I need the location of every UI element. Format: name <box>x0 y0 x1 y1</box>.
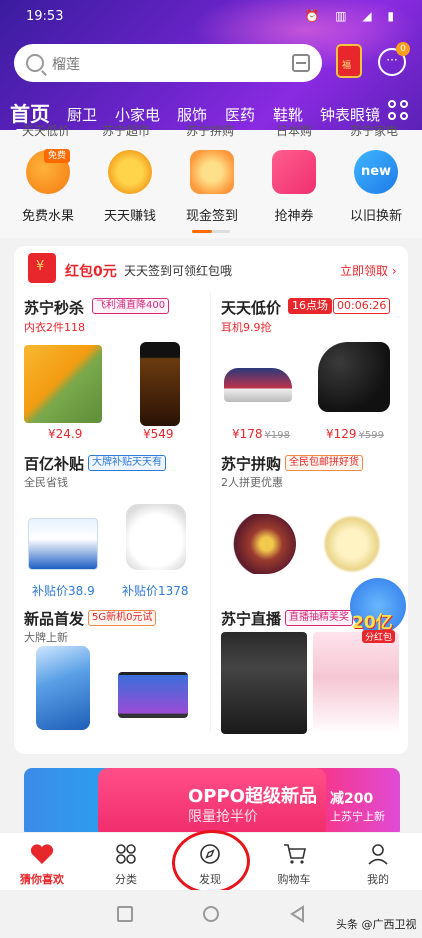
airpods-product-image[interactable] <box>126 504 186 570</box>
dijia-orig-2: ¥599 <box>358 430 384 441</box>
status-bar: 19:53 ⏰ ▥ ◢ ▮ <box>0 0 422 34</box>
countdown-timer: 00:06:26 <box>333 298 391 314</box>
message-button[interactable]: ··· 0 <box>378 42 410 76</box>
redpacket-amount: 红包0元 <box>65 264 117 280</box>
passion-fruit-product-image[interactable] <box>222 514 296 574</box>
tab-label: 猜你喜欢 <box>20 873 64 886</box>
tab-guess-you-like[interactable]: 猜你喜欢 <box>0 833 84 891</box>
tab-category[interactable]: 分类 <box>84 833 168 891</box>
miaosha-sub: 内衣2件118 <box>24 321 85 334</box>
shoufa-sub: 大牌上新 <box>24 631 68 644</box>
dijia-price-2-value: ¥129 <box>326 427 357 441</box>
recent-apps-button[interactable] <box>117 906 133 922</box>
laptop-product-image[interactable] <box>118 672 188 718</box>
float-badge-sub: 分红包 <box>362 630 396 643</box>
message-badge: 0 <box>396 42 410 56</box>
tab-kitchen[interactable]: 厨卫 <box>67 104 97 125</box>
promo-right-1: 减200 <box>330 791 374 807</box>
quick-label-earn[interactable]: 天天赚钱 <box>90 205 170 224</box>
tab-cart[interactable]: 购物车 <box>252 833 336 891</box>
live-stream-thumbnail-1[interactable] <box>221 632 307 734</box>
header: 19:53 ⏰ ▥ ◢ ▮ 榴莲 福 ··· 0 首页 厨卫 小家电 服饰 医药… <box>0 0 422 130</box>
section-divider <box>210 292 211 732</box>
back-button[interactable] <box>289 905 305 923</box>
redpacket-icon <box>28 253 56 283</box>
quick-label-checkin[interactable]: 现金签到 <box>172 205 252 224</box>
massage-gun-product-image[interactable] <box>318 342 390 412</box>
section-title-zhibo[interactable]: 苏宁直播 <box>221 608 281 629</box>
milk-product-image[interactable] <box>28 518 98 570</box>
redpacket-text: 天天签到可领红包哦 <box>124 264 233 278</box>
section-title-butie[interactable]: 百亿补贴 <box>24 453 84 474</box>
quick-top-label: 天天低价 <box>22 124 71 138</box>
floating-redpacket-badge[interactable]: 20亿 分红包 <box>340 572 414 644</box>
promo-title: OPPO超级新品 <box>188 786 317 807</box>
section-title-shoufa[interactable]: 新品首发 <box>24 608 84 629</box>
section-title-miaosha[interactable]: 苏宁秒杀 <box>24 297 84 318</box>
quick-top-label: 苏宁超市 <box>102 124 151 138</box>
search-icon <box>26 54 44 72</box>
butie-sub: 全民省钱 <box>24 476 68 489</box>
butie-tag: 大牌补贴天天有 <box>88 455 166 471</box>
shoufa-tag: 5G新机0元试 <box>88 610 157 626</box>
miaosha-tag: 飞利浦直降400 <box>92 298 170 314</box>
phone-product-image[interactable] <box>36 646 90 730</box>
diamond-icon[interactable] <box>190 150 234 194</box>
category-icon <box>116 844 136 864</box>
status-icons: ⏰ ▥ ◢ ▮ <box>304 9 400 23</box>
redpacket-claim-link[interactable]: 立即领取 › <box>340 262 397 279</box>
quick-top-label: 苏宁家电 <box>350 124 399 138</box>
section-title-pingou[interactable]: 苏宁拼购 <box>221 453 281 474</box>
coupon-icon[interactable] <box>272 150 316 194</box>
dijia-price-1: ¥178 ¥198 <box>232 427 290 441</box>
gift-label: 福 <box>342 61 352 71</box>
quick-label-coupon[interactable]: 抢神券 <box>254 205 334 224</box>
category-grid-icon[interactable] <box>388 100 410 122</box>
tab-label: 我的 <box>367 873 389 886</box>
session-tag: 16点场 <box>288 298 332 314</box>
scan-icon[interactable] <box>292 54 310 72</box>
dijia-price-2: ¥129 ¥599 <box>326 427 384 441</box>
promo-right-2: 上苏宁上新 <box>330 810 385 823</box>
new-icon[interactable]: new <box>354 150 398 194</box>
tab-label: 购物车 <box>277 873 311 886</box>
cart-icon <box>284 844 306 864</box>
pingou-tag: 全民包邮拼好货 <box>285 455 363 471</box>
quick-label-free-fruit[interactable]: 免费水果 <box>8 205 88 224</box>
live-stream-thumbnail-2[interactable] <box>313 632 399 734</box>
butie-price-1: 补贴价38.9 <box>32 584 95 598</box>
quick-top-label: 苏宁拼购 <box>186 124 235 138</box>
quick-top-label: 日本购 <box>276 124 313 138</box>
gold-coin-icon[interactable] <box>108 150 152 194</box>
dijia-price-1-value: ¥178 <box>232 427 263 441</box>
serum-product-image[interactable] <box>140 342 180 426</box>
dijia-sub: 耳机9.9抢 <box>221 321 272 334</box>
butie-price-2: 补贴价1378 <box>122 584 189 598</box>
sneaker-product-image[interactable] <box>224 368 292 402</box>
section-title-dijia[interactable]: 天天低价 <box>221 297 281 318</box>
quick-label-tradein[interactable]: 以旧换新 <box>336 205 416 224</box>
status-time: 19:53 <box>26 9 64 24</box>
search-placeholder: 榴莲 <box>52 57 80 73</box>
search-input[interactable]: 榴莲 <box>14 44 322 82</box>
dijia-orig-1: ¥198 <box>264 430 290 441</box>
pingou-sub: 2人拼更优惠 <box>221 476 283 489</box>
user-icon <box>368 844 388 865</box>
free-badge: 免费 <box>44 149 71 163</box>
mango-product-image[interactable] <box>24 345 102 423</box>
melon-product-image[interactable] <box>316 514 388 574</box>
heart-icon <box>30 844 54 864</box>
tab-mine[interactable]: 我的 <box>336 833 420 891</box>
miaosha-price-1: ¥24.9 <box>48 427 83 441</box>
quick-scroll-indicator <box>192 230 230 233</box>
watermark: 头条 @广西卫视 <box>336 918 417 931</box>
home-button[interactable] <box>203 906 219 922</box>
miaosha-price-2: ¥549 <box>143 427 174 441</box>
promo-subtitle: 限量抢半价 <box>188 809 258 825</box>
tab-label: 分类 <box>115 873 137 886</box>
gift-icon[interactable]: 福 <box>336 44 362 78</box>
